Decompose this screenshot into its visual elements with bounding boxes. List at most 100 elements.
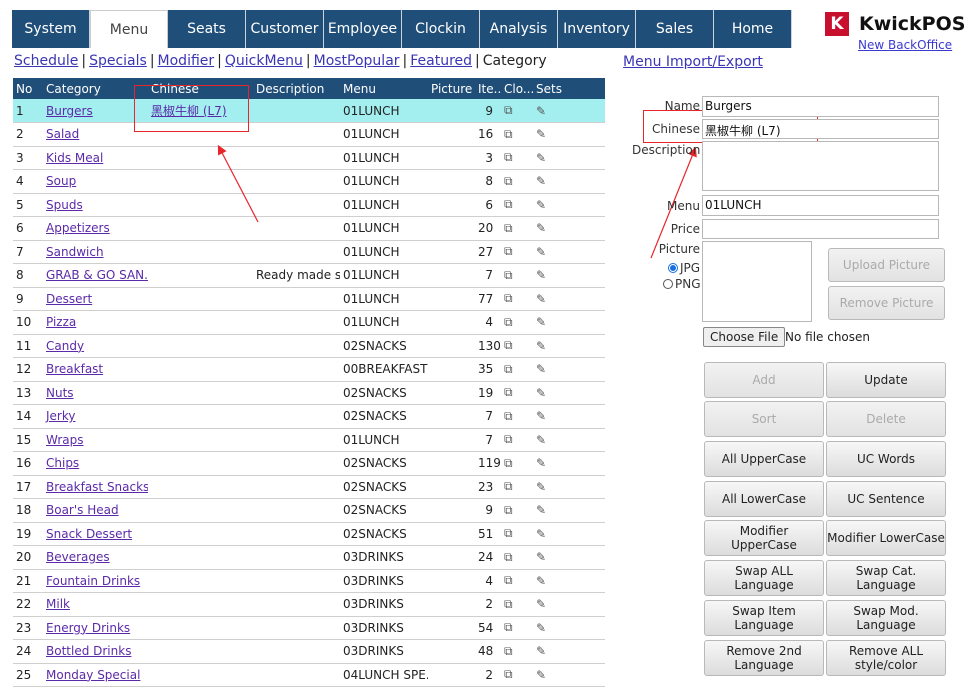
modifier-uppercase-button[interactable]: Modifier UpperCase xyxy=(704,520,824,556)
category-cell-link[interactable]: GRAB & GO SAN... xyxy=(46,268,148,282)
copy-icon[interactable]: ⧉ xyxy=(504,174,513,188)
sets-cell[interactable]: ✎ xyxy=(533,569,605,593)
edit-icon[interactable]: ✎ xyxy=(536,198,546,212)
table-row[interactable]: 12 Breakfast 00BREAKFAST 35 ⧉ ✎ xyxy=(13,357,605,382)
category-cell-link[interactable]: Bottled Drinks xyxy=(46,644,131,658)
tab-system[interactable]: System xyxy=(12,10,90,48)
chinese-cell[interactable] xyxy=(148,592,253,617)
chinese-cell[interactable] xyxy=(148,639,253,664)
copy-cell[interactable]: ⧉ xyxy=(501,663,533,687)
category-cell[interactable]: Breakfast xyxy=(43,357,148,382)
table-row[interactable]: 3 Kids Meal 01LUNCH 3 ⧉ ✎ xyxy=(13,146,605,170)
copy-icon[interactable]: ⧉ xyxy=(504,432,513,446)
sets-cell[interactable]: ✎ xyxy=(533,146,605,170)
edit-icon[interactable]: ✎ xyxy=(536,503,546,517)
sets-cell[interactable]: ✎ xyxy=(533,616,605,640)
category-cell-link[interactable]: Kids Meal xyxy=(46,151,103,165)
table-row[interactable]: 25 Monday Special 04LUNCH SPE... 2 ⧉ ✎ xyxy=(13,663,605,687)
category-cell[interactable]: Dessert xyxy=(43,287,148,311)
tab-sales[interactable]: Sales xyxy=(636,10,714,48)
table-row[interactable]: 11 Candy 02SNACKS 130 ⧉ ✎ xyxy=(13,334,605,358)
copy-cell[interactable]: ⧉ xyxy=(501,193,533,217)
category-cell-link[interactable]: Milk xyxy=(46,597,70,611)
copy-icon[interactable]: ⧉ xyxy=(504,385,513,399)
table-row[interactable]: 13 Nuts 02SNACKS 19 ⧉ ✎ xyxy=(13,381,605,405)
png-radio[interactable] xyxy=(663,279,673,289)
category-cell-link[interactable]: Nuts xyxy=(46,386,74,400)
table-row[interactable]: 8GRAB & GO SAN... Ready made s...01LUNCH 7… xyxy=(13,263,605,288)
copy-icon[interactable]: ⧉ xyxy=(504,315,513,329)
table-row[interactable]: 15 Wraps 01LUNCH 7 ⧉ ✎ xyxy=(13,428,605,452)
category-cell-link[interactable]: Boar's Head xyxy=(46,503,119,517)
table-row[interactable]: 4 Soup 01LUNCH 8 ⧉ ✎ xyxy=(13,169,605,194)
choose-file-button[interactable]: Choose File xyxy=(703,327,786,347)
table-row[interactable]: 5 Spuds 01LUNCH 6 ⧉ ✎ xyxy=(13,193,605,217)
copy-icon[interactable]: ⧉ xyxy=(504,291,513,305)
category-cell[interactable]: Candy xyxy=(43,334,148,358)
category-cell-link[interactable]: Beverages xyxy=(46,550,110,564)
table-row[interactable]: 10 Pizza 01LUNCH 4 ⧉ ✎ xyxy=(13,310,605,335)
chinese-cell[interactable] xyxy=(148,381,253,405)
chinese-cell[interactable] xyxy=(148,216,253,241)
category-cell-link[interactable]: Chips xyxy=(46,456,79,470)
category-cell[interactable]: Spuds xyxy=(43,193,148,217)
jpg-option[interactable]: JPG xyxy=(668,261,700,275)
copy-cell[interactable]: ⧉ xyxy=(501,428,533,452)
copy-cell[interactable]: ⧉ xyxy=(501,287,533,311)
copy-icon[interactable]: ⧉ xyxy=(504,503,513,517)
edit-icon[interactable]: ✎ xyxy=(536,597,546,611)
copy-icon[interactable]: ⧉ xyxy=(504,150,513,164)
category-cell[interactable]: Bottled Drinks xyxy=(43,639,148,664)
sets-cell[interactable]: ✎ xyxy=(533,663,605,687)
category-cell[interactable]: Fountain Drinks xyxy=(43,569,148,593)
copy-cell[interactable]: ⧉ xyxy=(501,616,533,640)
column-header[interactable]: Clo... xyxy=(501,78,533,99)
sets-cell[interactable]: ✎ xyxy=(533,357,605,382)
table-row[interactable]: 21 Fountain Drinks 03DRINKS 4 ⧉ ✎ xyxy=(13,569,605,593)
copy-cell[interactable]: ⧉ xyxy=(501,240,533,264)
category-cell-link[interactable]: Candy xyxy=(46,339,84,353)
edit-icon[interactable]: ✎ xyxy=(536,151,546,165)
tab-customer[interactable]: Customer xyxy=(246,10,324,48)
column-header[interactable]: Sets xyxy=(533,78,605,99)
table-row[interactable]: 2 Salad 01LUNCH 16 ⧉ ✎ xyxy=(13,122,605,147)
copy-icon[interactable]: ⧉ xyxy=(504,526,513,540)
sort-button[interactable]: Sort xyxy=(704,401,824,437)
sets-cell[interactable]: ✎ xyxy=(533,545,605,570)
category-cell[interactable]: Salad xyxy=(43,122,148,147)
category-cell[interactable]: GRAB & GO SAN... xyxy=(43,263,148,288)
category-cell-link[interactable]: Sandwich xyxy=(46,245,104,259)
chinese-cell[interactable] xyxy=(148,428,253,452)
chinese-cell[interactable] xyxy=(148,287,253,311)
table-row[interactable]: 6 Appetizers 01LUNCH 20 ⧉ ✎ xyxy=(13,216,605,241)
copy-cell[interactable]: ⧉ xyxy=(501,522,533,546)
sets-cell[interactable]: ✎ xyxy=(533,522,605,546)
table-row[interactable]: 1 Burgers 黑椒牛柳 (L7) 01LUNCH 9 ⧉ ✎ xyxy=(13,99,605,123)
column-header[interactable]: Description xyxy=(253,78,340,99)
upload-picture-button[interactable]: Upload Picture xyxy=(828,248,945,282)
copy-icon[interactable]: ⧉ xyxy=(504,127,513,141)
name-field[interactable]: Burgers xyxy=(702,96,939,117)
copy-cell[interactable]: ⧉ xyxy=(501,99,533,123)
category-cell-link[interactable]: Breakfast Snacks xyxy=(46,480,148,494)
edit-icon[interactable]: ✎ xyxy=(536,174,546,188)
subnav-link-modifier[interactable]: Modifier xyxy=(158,53,215,69)
category-cell[interactable]: Appetizers xyxy=(43,216,148,241)
category-cell[interactable]: Wraps xyxy=(43,428,148,452)
subnav-link-quickmenu[interactable]: QuickMenu xyxy=(225,53,303,69)
category-cell[interactable]: Jerky xyxy=(43,404,148,429)
sets-cell[interactable]: ✎ xyxy=(533,122,605,147)
category-cell[interactable]: Beverages xyxy=(43,545,148,570)
swap-all-language-button[interactable]: Swap ALL Language xyxy=(704,560,824,596)
table-row[interactable]: 18 Boar's Head 02SNACKS 9 ⧉ ✎ xyxy=(13,498,605,523)
column-header[interactable]: Menu xyxy=(340,78,428,99)
chinese-cell[interactable] xyxy=(148,475,253,499)
add-button[interactable]: Add xyxy=(704,362,824,398)
tab-home[interactable]: Home xyxy=(714,10,792,48)
copy-cell[interactable]: ⧉ xyxy=(501,404,533,429)
category-cell[interactable]: Soup xyxy=(43,169,148,194)
edit-icon[interactable]: ✎ xyxy=(536,409,546,423)
copy-icon[interactable]: ⧉ xyxy=(504,362,513,376)
edit-icon[interactable]: ✎ xyxy=(536,362,546,376)
table-row[interactable]: 14 Jerky 02SNACKS 7 ⧉ ✎ xyxy=(13,404,605,429)
